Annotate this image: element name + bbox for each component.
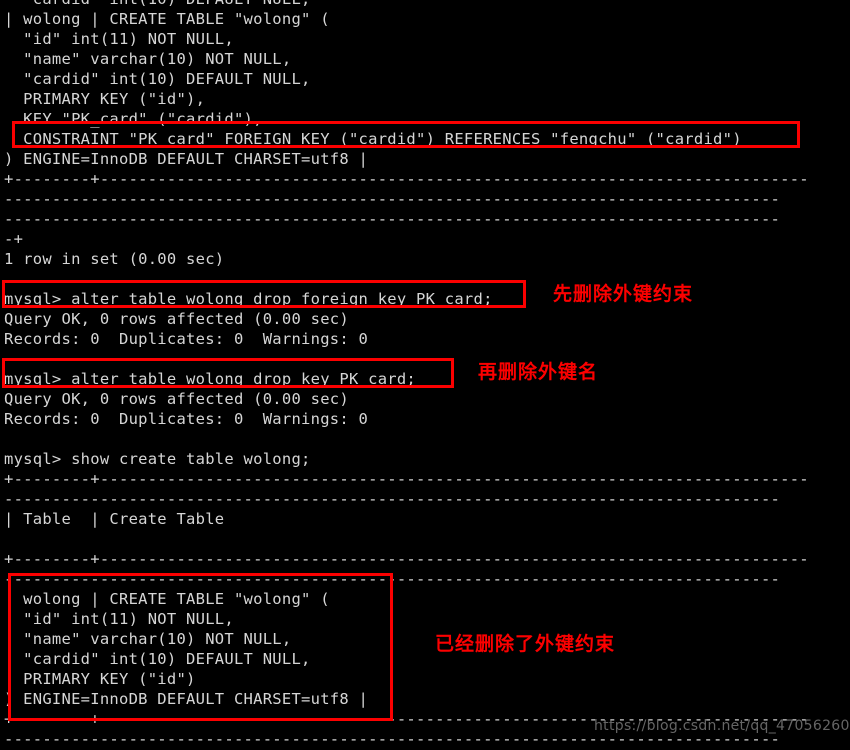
terminal-output[interactable]: "cardid" int(10) DEFAULT NULL, | wolong … (0, 0, 850, 749)
terminal-line-command-3: mysql> show create table wolong; (4, 450, 311, 468)
terminal-line-command-1: mysql> alter table wolong drop foreign k… (4, 290, 493, 308)
terminal-line: PRIMARY KEY ("id") (4, 670, 196, 688)
terminal-screenshot: "cardid" int(10) DEFAULT NULL, | wolong … (0, 0, 850, 750)
terminal-line: 1 row in set (0.00 sec) (4, 250, 225, 268)
terminal-line: "name" varchar(10) NOT NULL, (4, 630, 292, 648)
annotation-step-1: 先删除外键约束 (553, 283, 694, 305)
watermark-url: https://blog.csdn.net/qq_47056260 (594, 718, 850, 734)
annotation-step-3: 已经删除了外键约束 (435, 633, 616, 655)
terminal-line: ) ENGINE=InnoDB DEFAULT CHARSET=utf8 | (4, 150, 369, 168)
terminal-line: -+ (4, 230, 24, 248)
terminal-line: +--------+------------------------------… (4, 170, 809, 188)
terminal-line: "id" int(11) NOT NULL, (4, 610, 234, 628)
terminal-line: "id" int(11) NOT NULL, (4, 30, 234, 48)
terminal-line: "name" varchar(10) NOT NULL, (4, 50, 292, 68)
terminal-line: | wolong | CREATE TABLE "wolong" ( (4, 590, 330, 608)
terminal-line: "cardid" int(10) DEFAULT NULL, (0, 0, 850, 9)
terminal-line: Records: 0 Duplicates: 0 Warnings: 0 (4, 330, 369, 348)
terminal-line: Records: 0 Duplicates: 0 Warnings: 0 (4, 410, 369, 428)
terminal-line: Query OK, 0 rows affected (0.00 sec) (4, 390, 349, 408)
terminal-line: ----------------------------------------… (4, 190, 781, 208)
terminal-line: ----------------------------------------… (4, 570, 781, 588)
terminal-line: ----------------------------------------… (4, 210, 781, 228)
terminal-line: KEY "PK_card" ("cardid"), (4, 110, 263, 128)
terminal-line: ) ENGINE=InnoDB DEFAULT CHARSET=utf8 | (4, 690, 369, 708)
terminal-line: +--------+------------------------------… (4, 550, 809, 568)
terminal-line: "cardid" int(10) DEFAULT NULL, (4, 650, 311, 668)
terminal-line: +--------+------------------------------… (4, 470, 809, 488)
terminal-line: | wolong | CREATE TABLE "wolong" ( (4, 10, 330, 28)
terminal-line-constraint: CONSTRAINT "PK_card" FOREIGN KEY ("cardi… (4, 130, 742, 148)
terminal-line: "cardid" int(10) DEFAULT NULL, (4, 70, 311, 88)
terminal-line: ----------------------------------------… (4, 490, 781, 508)
annotation-step-2: 再删除外键名 (478, 361, 599, 383)
terminal-line-header: | Table | Create Table (4, 510, 225, 528)
terminal-line-command-2: mysql> alter table wolong drop key PK_ca… (4, 370, 417, 388)
terminal-line: Query OK, 0 rows affected (0.00 sec) (4, 310, 349, 328)
terminal-line: PRIMARY KEY ("id"), (4, 90, 206, 108)
